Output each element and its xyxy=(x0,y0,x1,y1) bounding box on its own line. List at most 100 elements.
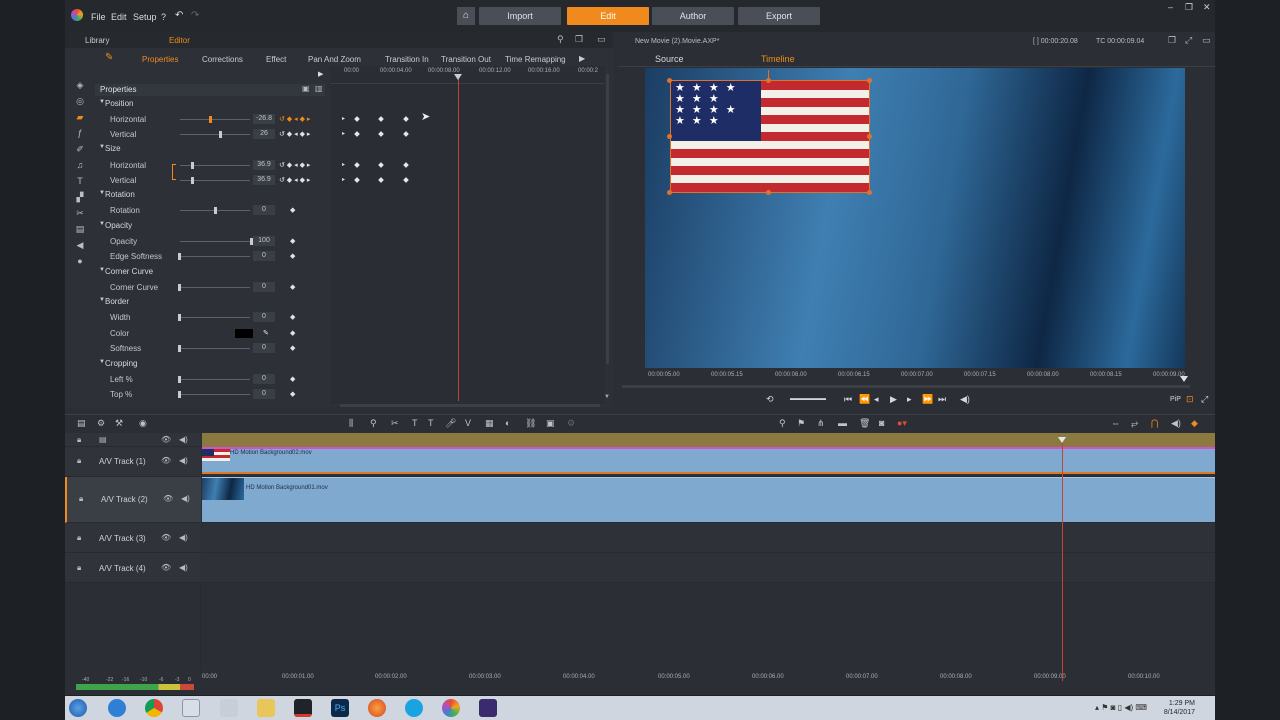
audio-scrub-icon[interactable]: ◀) xyxy=(1171,418,1181,429)
tray-icons[interactable]: ▴ ⚑ ◙ ▯ ◀) ⌨ xyxy=(1095,703,1147,712)
chrome-icon[interactable] xyxy=(145,699,163,717)
border-width-value[interactable]: 0 xyxy=(253,312,275,322)
section-corner-curve[interactable]: ▼ Corner Curve xyxy=(95,265,325,279)
resize-handle-bottom-right[interactable] xyxy=(867,190,872,195)
timeline-playhead-handle-icon[interactable] xyxy=(1058,437,1066,443)
color-icon[interactable]: ◐ xyxy=(505,418,510,428)
border-color-swatch[interactable] xyxy=(235,329,253,338)
globe-icon[interactable]: ◎ xyxy=(75,96,85,106)
section-position[interactable]: ▼ Position xyxy=(95,97,325,111)
tab-transition-in[interactable]: Transition In xyxy=(385,55,429,64)
edge-softness-slider[interactable] xyxy=(178,253,250,260)
tab-transition-out[interactable]: Transition Out xyxy=(441,55,491,64)
speaker-icon[interactable]: ◀) xyxy=(179,456,188,465)
speaker-icon[interactable]: ◀) xyxy=(179,435,188,444)
ripple-icon[interactable]: ⥂ xyxy=(1131,418,1138,429)
position-horizontal-slider[interactable] xyxy=(180,116,250,123)
tab-source[interactable]: Source xyxy=(655,54,684,64)
section-border[interactable]: ▼ Border xyxy=(95,295,325,309)
keyframe-playhead-handle-icon[interactable] xyxy=(454,74,462,80)
media-icon[interactable]: ◈ xyxy=(75,80,85,90)
edge-softness-value[interactable]: 0 xyxy=(253,251,275,261)
tool-app-icon[interactable] xyxy=(182,699,200,717)
magnet-icon[interactable]: ⋔ xyxy=(817,418,825,429)
file-explorer-icon[interactable] xyxy=(257,699,275,717)
razor-icon[interactable]: ⚲ xyxy=(370,418,377,429)
maximize-icon[interactable]: ❐ xyxy=(1185,2,1193,13)
resize-handle-right[interactable] xyxy=(867,134,872,139)
rotation-slider[interactable] xyxy=(180,207,250,214)
position-vertical-slider[interactable] xyxy=(180,131,250,138)
pip-button[interactable]: PiP xyxy=(1170,396,1181,403)
play-icon[interactable]: ▶ xyxy=(890,394,897,405)
tab-effect[interactable]: Effect xyxy=(266,55,286,64)
track-name[interactable]: A/V Track (4) xyxy=(99,564,146,573)
pip-toggle-icon[interactable]: ⊡ xyxy=(1186,394,1194,405)
title-icon[interactable]: T xyxy=(75,176,85,186)
panel-maximize-icon[interactable]: ▭ xyxy=(597,34,606,45)
track-area-empty[interactable] xyxy=(202,583,1215,670)
section-opacity[interactable]: ▼ Opacity xyxy=(95,219,325,233)
camera-icon[interactable]: ◙ xyxy=(879,418,884,428)
section-rotation[interactable]: ▼ Rotation xyxy=(95,188,325,202)
track-options-icon[interactable]: ◉ xyxy=(139,418,147,429)
audio-icon[interactable]: ◀ xyxy=(75,240,85,250)
crop-top-value[interactable]: 0 xyxy=(253,389,275,399)
size-horizontal-slider[interactable] xyxy=(180,162,250,169)
voice-over-icon[interactable]: 🎤︎ xyxy=(445,418,456,429)
tab-corrections[interactable]: Corrections xyxy=(202,55,243,64)
flag-overlay-clip[interactable]: ★ ★ ★ ★ ★ ★ ★ ★ ★ ★ ★ ★ ★ ★ xyxy=(670,80,870,193)
track-name[interactable]: A/V Track (1) xyxy=(99,457,146,466)
go-to-start-icon[interactable]: ⏮ xyxy=(844,394,852,405)
home-button[interactable]: ⌂ xyxy=(457,7,475,25)
rotation-value[interactable]: 0 xyxy=(253,205,275,215)
close-icon[interactable]: ✕ xyxy=(1203,2,1211,13)
menu-help[interactable]: ? xyxy=(161,12,166,22)
lock-icon[interactable]: 🔒︎ xyxy=(77,456,81,466)
menu-file[interactable]: File xyxy=(91,12,106,22)
music-icon[interactable]: ♫ xyxy=(75,160,85,170)
firefox-icon[interactable] xyxy=(368,699,386,717)
keyframe-ruler[interactable]: 00:00 00:00:04.00 00:00:08.00 00:00:12.0… xyxy=(330,66,605,84)
marker-flag-icon[interactable]: ⚑ xyxy=(797,418,805,429)
keyframe-toggle-icon[interactable]: ▣ xyxy=(302,84,310,93)
film-icon[interactable]: ▤ xyxy=(75,224,85,234)
export-button[interactable]: Export xyxy=(738,7,820,25)
clip-hd-motion-background01[interactable]: HD Motion Background01.mov xyxy=(202,477,1215,522)
start-button-icon[interactable] xyxy=(69,699,87,717)
tab-library[interactable]: Library xyxy=(85,36,109,45)
undo-icon[interactable]: ↶ xyxy=(175,10,183,21)
lock-icon[interactable]: 🔒︎ xyxy=(77,563,81,573)
track-area-3[interactable] xyxy=(202,523,1215,553)
previous-frame-icon[interactable]: ⏪ xyxy=(859,394,870,405)
go-to-end-icon[interactable]: ⏭ xyxy=(938,394,946,405)
storyboard-icon[interactable]: ▤ xyxy=(77,418,86,429)
preview-scrubber-handle-icon[interactable] xyxy=(1180,376,1188,382)
eyedropper-icon[interactable]: ✎ xyxy=(263,329,269,337)
tab-editor[interactable]: Editor xyxy=(169,36,190,45)
timeline-ruler[interactable]: 00:00 00:00:01.00 00:00:02.00 00:00:03.0… xyxy=(202,670,1215,684)
fit-icon[interactable]: ⇔ xyxy=(1111,418,1120,428)
track-area-1[interactable]: HD Motion Background02.mov xyxy=(202,447,1215,477)
shuttle-icon[interactable]: ▬▬▬▬▬▬ xyxy=(790,396,826,402)
track-header-3[interactable]: 🔒︎ A/V Track (3) 👁︎ ◀) xyxy=(65,523,201,553)
float-player-icon[interactable]: ❐ xyxy=(1168,35,1176,46)
lock-icon[interactable]: 🔒︎ xyxy=(77,533,81,543)
crop-left-value[interactable]: 0 xyxy=(253,374,275,384)
step-back-icon[interactable]: ◂ xyxy=(874,394,879,405)
skype-icon[interactable] xyxy=(405,699,423,717)
size-horizontal-value[interactable]: 36.9 xyxy=(253,160,275,170)
pinnacle-taskbar-icon[interactable] xyxy=(442,699,460,717)
audio-mixer-icon[interactable]: ⫼ xyxy=(349,418,353,429)
track-name[interactable]: A/V Track (3) xyxy=(99,534,146,543)
speaker-icon[interactable]: ◀) xyxy=(179,563,188,572)
photoshop-icon[interactable]: Ps xyxy=(331,699,349,717)
split-icon[interactable]: ✂ xyxy=(391,418,399,429)
loop-icon[interactable]: ⟲ xyxy=(766,394,774,405)
brush-tool-icon[interactable]: ✐ xyxy=(75,144,85,154)
tab-time-remapping[interactable]: Time Remapping xyxy=(505,55,566,64)
edit-button[interactable]: Edit xyxy=(567,7,649,25)
resize-handle-top-right[interactable] xyxy=(867,78,872,83)
tabs-scroll-right-icon[interactable]: ▶ xyxy=(579,54,585,63)
grid-icon[interactable]: ▦ xyxy=(485,418,494,429)
